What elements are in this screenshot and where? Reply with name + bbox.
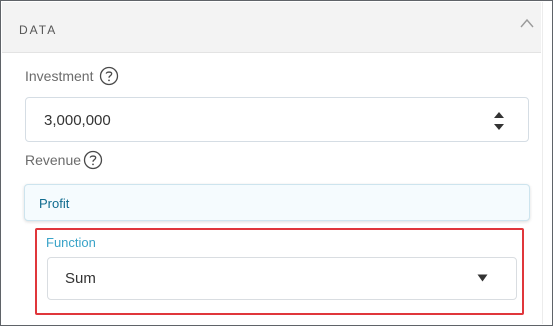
function-selected-value: Sum bbox=[65, 270, 96, 287]
function-label: Function bbox=[46, 235, 96, 250]
data-panel: DATA Investment Revenue Profit Function … bbox=[0, 0, 553, 326]
profit-item[interactable]: Profit bbox=[24, 184, 530, 221]
section-title: DATA bbox=[19, 23, 58, 37]
investment-help-icon[interactable] bbox=[99, 66, 119, 86]
profit-label: Profit bbox=[39, 196, 70, 211]
function-select[interactable]: Sum bbox=[47, 257, 517, 300]
revenue-help-icon[interactable] bbox=[83, 150, 103, 170]
investment-field[interactable] bbox=[25, 97, 529, 142]
scrollbar[interactable] bbox=[542, 2, 552, 324]
investment-input[interactable] bbox=[44, 110, 464, 130]
up-down-stepper-icon[interactable] bbox=[493, 110, 505, 132]
section-header[interactable]: DATA bbox=[2, 2, 541, 53]
investment-label: Investment bbox=[25, 68, 94, 84]
chevron-up-icon[interactable] bbox=[519, 17, 535, 29]
revenue-label: Revenue bbox=[25, 152, 82, 168]
caret-down-icon[interactable] bbox=[477, 274, 488, 282]
